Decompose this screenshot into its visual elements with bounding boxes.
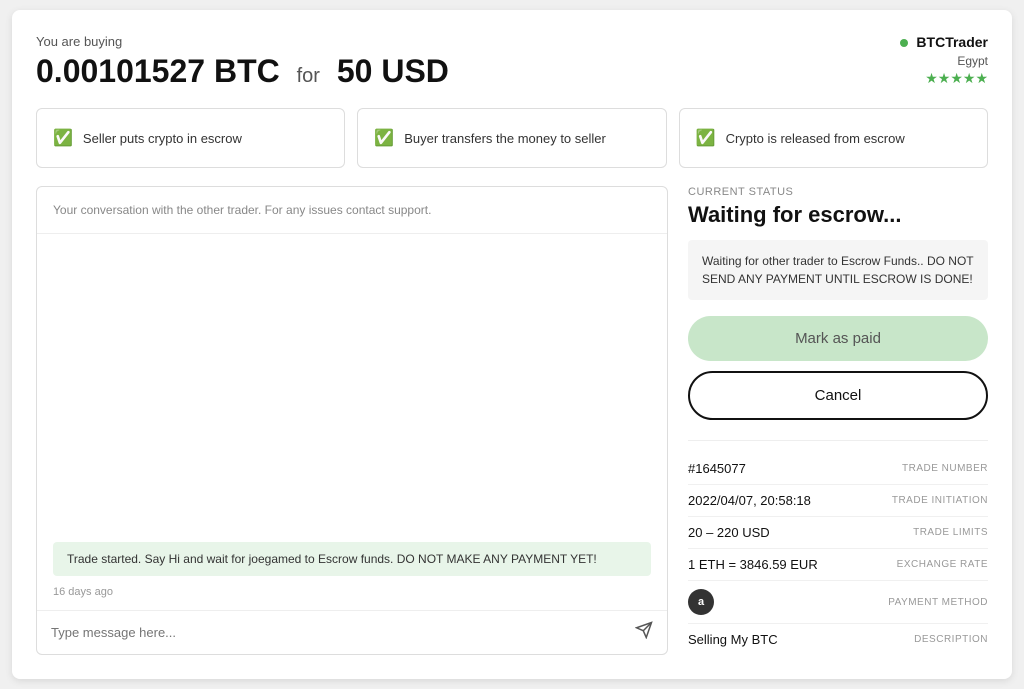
description-row: Selling My BTC DESCRIPTION: [688, 624, 988, 655]
payment-method-row: a PAYMENT METHOD: [688, 581, 988, 624]
trader-stars: ★★★★★: [900, 70, 988, 87]
trade-limits-row: 20 – 220 USD TRADE LIMITS: [688, 517, 988, 549]
trader-country: Egypt: [900, 54, 988, 68]
top-bar: You are buying 0.00101527 BTC for 50 USD…: [36, 34, 988, 90]
steps-row: ✅ Seller puts crypto in escrow ✅ Buyer t…: [36, 108, 988, 168]
chat-panel: Your conversation with the other trader.…: [36, 186, 668, 655]
status-notice: Waiting for other trader to Escrow Funds…: [688, 240, 988, 300]
step-1: ✅ Seller puts crypto in escrow: [36, 108, 345, 168]
buy-info: You are buying 0.00101527 BTC for 50 USD: [36, 34, 449, 90]
chat-messages: Trade started. Say Hi and wait for joega…: [37, 234, 667, 610]
fiat-amount: 50 USD: [337, 53, 449, 89]
step-3-label: Crypto is released from escrow: [726, 131, 905, 146]
trade-number-label: TRADE NUMBER: [902, 463, 988, 474]
buy-label: You are buying: [36, 34, 449, 49]
send-button[interactable]: [635, 621, 653, 644]
trade-limits-label: TRADE LIMITS: [913, 527, 988, 538]
exchange-rate-value: 1 ETH = 3846.59 EUR: [688, 557, 818, 572]
payment-method-icon: a: [688, 589, 714, 615]
description-label: DESCRIPTION: [914, 634, 988, 645]
description-value: Selling My BTC: [688, 632, 778, 647]
trade-limits-value: 20 – 220 USD: [688, 525, 770, 540]
payment-method-label: PAYMENT METHOD: [888, 597, 988, 608]
step-2-label: Buyer transfers the money to seller: [404, 131, 606, 146]
mark-paid-button[interactable]: Mark as paid: [688, 316, 988, 361]
trade-initiation-label: TRADE INITIATION: [892, 495, 988, 506]
crypto-currency: BTC: [214, 53, 280, 89]
step-2: ✅ Buyer transfers the money to seller: [357, 108, 666, 168]
step-1-label: Seller puts crypto in escrow: [83, 131, 242, 146]
main-container: You are buying 0.00101527 BTC for 50 USD…: [12, 10, 1012, 679]
for-text: for: [297, 65, 320, 87]
trade-initiation-value: 2022/04/07, 20:58:18: [688, 493, 811, 508]
online-indicator: [900, 39, 908, 47]
status-title: Waiting for escrow...: [688, 202, 988, 228]
trader-name-row: BTCTrader: [900, 34, 988, 52]
buy-amount: 0.00101527 BTC for 50 USD: [36, 53, 449, 90]
trader-name: BTCTrader: [916, 34, 988, 50]
chat-header: Your conversation with the other trader.…: [37, 187, 667, 234]
trader-info: BTCTrader Egypt ★★★★★: [900, 34, 988, 87]
step-1-check-icon: ✅: [53, 128, 73, 148]
chat-input[interactable]: [51, 625, 635, 640]
message-time: 16 days ago: [53, 586, 651, 598]
current-status-label: CURRENT STATUS: [688, 186, 988, 198]
trade-number-value: #1645077: [688, 461, 746, 476]
step-3-check-icon: ✅: [696, 128, 716, 148]
main-content: Your conversation with the other trader.…: [36, 186, 988, 655]
step-3: ✅ Crypto is released from escrow: [679, 108, 988, 168]
system-message: Trade started. Say Hi and wait for joega…: [53, 542, 651, 576]
right-panel: CURRENT STATUS Waiting for escrow... Wai…: [688, 186, 988, 655]
cancel-button[interactable]: Cancel: [688, 371, 988, 420]
exchange-rate-row: 1 ETH = 3846.59 EUR EXCHANGE RATE: [688, 549, 988, 581]
chat-input-area[interactable]: [37, 610, 667, 654]
exchange-rate-label: EXCHANGE RATE: [897, 559, 988, 570]
trade-details: #1645077 TRADE NUMBER 2022/04/07, 20:58:…: [688, 440, 988, 655]
step-2-check-icon: ✅: [374, 128, 394, 148]
crypto-amount: 0.00101527: [36, 53, 205, 89]
trade-initiation-row: 2022/04/07, 20:58:18 TRADE INITIATION: [688, 485, 988, 517]
trade-number-row: #1645077 TRADE NUMBER: [688, 453, 988, 485]
